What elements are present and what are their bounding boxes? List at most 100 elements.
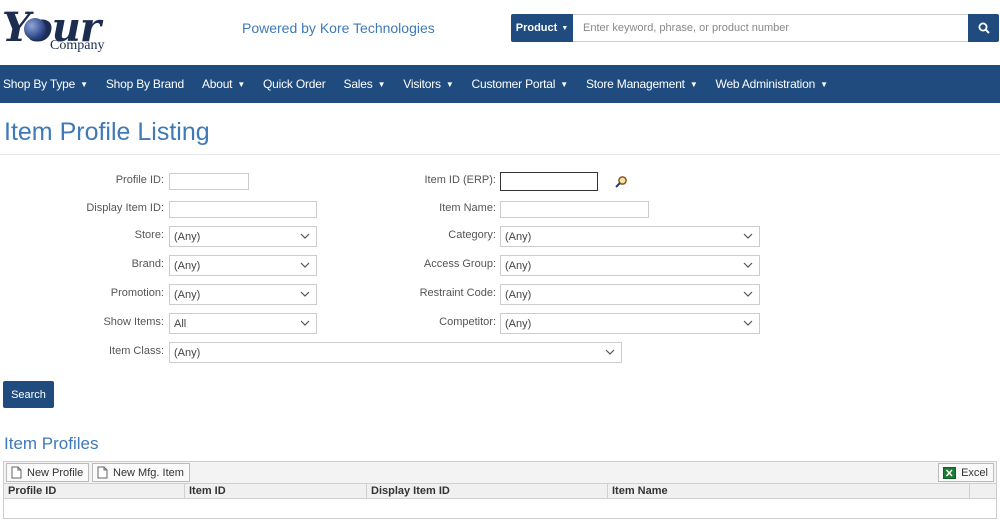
show-items-select[interactable]: All xyxy=(169,313,317,334)
competitor-label: Competitor: xyxy=(439,316,496,328)
page-title: Item Profile Listing xyxy=(4,118,210,146)
nav-store-management[interactable]: Store Management ▼ xyxy=(578,77,708,91)
column-header-display-item-id[interactable]: Display Item ID xyxy=(367,484,608,499)
nav-customer-portal[interactable]: Customer Portal ▼ xyxy=(464,77,578,91)
excel-export-button[interactable]: Excel xyxy=(938,463,994,482)
nav-shop-by-type[interactable]: Shop By Type ▼ xyxy=(0,77,98,91)
excel-icon xyxy=(943,466,957,479)
store-label: Store: xyxy=(134,229,164,241)
nav-label: Store Management xyxy=(585,77,685,91)
nav-quick-order[interactable]: Quick Order xyxy=(255,77,335,91)
chevron-down-icon xyxy=(300,291,310,297)
promotion-select[interactable]: (Any) xyxy=(169,284,317,305)
caret-down-icon: ▼ xyxy=(237,79,246,89)
nav-label: Shop By Brand xyxy=(105,77,184,91)
grid-header-row: Profile ID Item ID Display Item ID Item … xyxy=(4,484,996,499)
search-submit-button[interactable]: Search xyxy=(3,381,54,408)
nav-shop-by-brand[interactable]: Shop By Brand xyxy=(98,77,194,91)
profile-id-label: Profile ID: xyxy=(115,174,164,186)
access-group-label: Access Group: xyxy=(423,258,496,270)
company-logo[interactable]: Your Company xyxy=(2,4,112,56)
nav-label: Visitors xyxy=(403,77,441,91)
chevron-down-icon xyxy=(300,262,310,268)
caret-down-icon: ▼ xyxy=(560,79,568,89)
item-name-input[interactable] xyxy=(500,201,649,218)
category-select[interactable]: (Any) xyxy=(500,226,760,247)
chevron-down-icon xyxy=(743,262,753,268)
search-input[interactable] xyxy=(573,14,968,42)
promotion-label: Promotion: xyxy=(110,287,164,299)
nav-label: About xyxy=(201,77,233,91)
access-group-select[interactable]: (Any) xyxy=(500,255,760,276)
display-item-id-input[interactable] xyxy=(169,201,317,218)
search-button[interactable] xyxy=(968,14,999,42)
competitor-select[interactable]: (Any) xyxy=(500,313,760,334)
column-header-item-name[interactable]: Item Name xyxy=(608,484,970,499)
caret-down-icon: ▼ xyxy=(689,79,698,89)
search-scope-label: Product xyxy=(515,22,558,34)
caret-down-icon: ▼ xyxy=(377,79,386,89)
category-label: Category: xyxy=(448,229,496,241)
excel-label: Excel xyxy=(961,466,988,479)
promotion-value: (Any) xyxy=(174,288,201,301)
chevron-down-icon xyxy=(743,291,753,297)
tagline: Powered by Kore Technologies xyxy=(242,20,435,36)
new-profile-button[interactable]: New Profile xyxy=(6,463,90,482)
category-value: (Any) xyxy=(505,230,532,243)
nav-about[interactable]: About ▼ xyxy=(194,77,255,91)
store-select[interactable]: (Any) xyxy=(169,226,317,247)
column-header-item-id[interactable]: Item ID xyxy=(185,484,367,499)
competitor-value: (Any) xyxy=(505,317,532,330)
new-mfg-item-button[interactable]: New Mfg. Item xyxy=(92,463,190,482)
restraint-code-label: Restraint Code: xyxy=(419,287,496,299)
caret-down-icon: ▼ xyxy=(445,79,454,89)
store-value: (Any) xyxy=(174,230,201,243)
new-document-icon xyxy=(11,466,22,479)
globe-icon xyxy=(24,18,46,40)
display-item-id-label: Display Item ID: xyxy=(86,202,164,214)
chevron-down-icon xyxy=(300,320,310,326)
brand-select[interactable]: (Any) xyxy=(169,255,317,276)
item-class-select[interactable]: (Any) xyxy=(169,342,622,363)
new-profile-label: New Profile xyxy=(27,466,84,479)
new-document-icon xyxy=(97,466,108,479)
search-scope-dropdown[interactable]: Product ▼ xyxy=(511,14,573,42)
nav-label: Customer Portal xyxy=(471,77,556,91)
item-profiles-grid: New Profile New Mfg. Item Excel Profile … xyxy=(3,461,997,519)
nav-label: Web Administration xyxy=(715,77,816,91)
chevron-down-icon xyxy=(743,233,753,239)
chevron-down-icon xyxy=(300,233,310,239)
profile-id-input[interactable] xyxy=(169,173,249,190)
restraint-code-select[interactable]: (Any) xyxy=(500,284,760,305)
nav-sales[interactable]: Sales ▼ xyxy=(336,77,396,91)
logo-subtitle: Company xyxy=(50,38,105,53)
nav-label: Quick Order xyxy=(263,77,326,91)
nav-visitors[interactable]: Visitors ▼ xyxy=(395,77,463,91)
item-name-label: Item Name: xyxy=(439,202,496,214)
column-header-profile-id[interactable]: Profile ID xyxy=(4,484,185,499)
show-items-value: All xyxy=(174,317,187,330)
nav-web-administration[interactable]: Web Administration ▼ xyxy=(708,77,838,91)
item-id-erp-input[interactable] xyxy=(500,172,598,191)
main-nav: Shop By Type ▼ Shop By Brand About ▼ Quick… xyxy=(0,65,1000,103)
nav-label: Shop By Type xyxy=(3,77,76,91)
title-divider xyxy=(0,154,1000,155)
caret-down-icon: ▼ xyxy=(80,79,88,89)
lookup-magnifier-icon[interactable] xyxy=(614,175,628,189)
access-group-value: (Any) xyxy=(505,259,532,272)
nav-label: Sales xyxy=(343,77,373,91)
site-header: Your Company Powered by Kore Technologie… xyxy=(0,0,1000,65)
grid-toolbar: New Profile New Mfg. Item Excel xyxy=(4,462,996,484)
item-class-label: Item Class: xyxy=(108,345,164,357)
caret-down-icon: ▼ xyxy=(820,79,828,89)
caret-down-icon: ▼ xyxy=(561,24,569,32)
chevron-down-icon xyxy=(743,320,753,326)
chevron-down-icon xyxy=(605,349,615,355)
search-icon xyxy=(978,22,990,34)
new-mfg-item-label: New Mfg. Item xyxy=(113,466,184,479)
show-items-label: Show Items: xyxy=(103,316,164,328)
restraint-code-value: (Any) xyxy=(505,288,532,301)
brand-value: (Any) xyxy=(174,259,201,272)
item-class-value: (Any) xyxy=(174,346,201,359)
results-title: Item Profiles xyxy=(4,434,99,453)
